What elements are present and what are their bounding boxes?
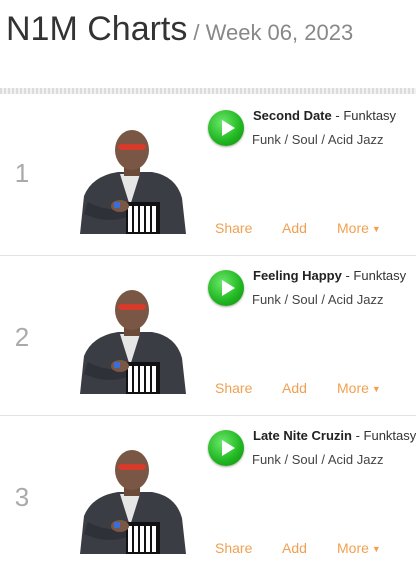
play-icon xyxy=(222,120,235,136)
more-button[interactable]: More ▼ xyxy=(337,220,381,236)
chart-row: 3 Late Nite Cruzin - Funktasy Funk / Sou… xyxy=(0,416,416,576)
artist-thumbnail[interactable] xyxy=(70,442,200,554)
more-button[interactable]: More ▼ xyxy=(337,380,381,396)
page-title: N1M Charts xyxy=(6,10,188,48)
header-divider xyxy=(0,88,416,94)
caret-down-icon: ▼ xyxy=(371,384,381,395)
play-button[interactable] xyxy=(208,110,244,146)
track-artist[interactable]: Funktasy xyxy=(364,428,416,443)
caret-down-icon: ▼ xyxy=(371,544,381,555)
add-button[interactable]: Add xyxy=(282,220,307,236)
track-genre: Funk / Soul / Acid Jazz xyxy=(252,292,384,307)
play-icon xyxy=(222,280,235,296)
caret-down-icon: ▼ xyxy=(371,224,381,235)
page-header: N1M Charts / Week 06, 2023 xyxy=(6,10,353,49)
artist-thumbnail[interactable] xyxy=(70,282,200,394)
track-artist[interactable]: Funktasy xyxy=(353,268,406,283)
more-button[interactable]: More ▼ xyxy=(337,540,381,556)
chart-row: 2 Feeling Happy - Funktasy Funk / Soul /… xyxy=(0,256,416,416)
track-title[interactable]: Feeling Happy xyxy=(253,268,342,283)
add-button[interactable]: Add xyxy=(282,380,307,396)
share-button[interactable]: Share xyxy=(215,220,252,236)
more-label: More xyxy=(337,540,369,556)
title-separator: - xyxy=(341,268,354,283)
track-genre: Funk / Soul / Acid Jazz xyxy=(252,452,384,467)
track-artist[interactable]: Funktasy xyxy=(343,108,396,123)
page-subtitle: / Week 06, 2023 xyxy=(193,20,354,45)
artist-thumbnail[interactable] xyxy=(70,122,200,234)
play-button[interactable] xyxy=(208,270,244,306)
title-separator: - xyxy=(351,428,364,443)
rank-number: 3 xyxy=(14,482,30,512)
share-button[interactable]: Share xyxy=(215,380,252,396)
rank-number: 2 xyxy=(14,322,30,352)
add-button[interactable]: Add xyxy=(282,540,307,556)
track-title[interactable]: Second Date xyxy=(253,108,332,123)
more-label: More xyxy=(337,220,369,236)
track-genre: Funk / Soul / Acid Jazz xyxy=(252,132,384,147)
track-title-line[interactable]: Feeling Happy - Funktasy xyxy=(253,268,416,283)
chart-row: 1 Second Date - Funktasy Funk / Soul / A… xyxy=(0,96,416,256)
play-icon xyxy=(222,440,235,456)
title-separator: - xyxy=(331,108,344,123)
share-button[interactable]: Share xyxy=(215,540,252,556)
play-button[interactable] xyxy=(208,430,244,466)
rank-number: 1 xyxy=(14,158,30,188)
more-label: More xyxy=(337,380,369,396)
track-title-line[interactable]: Second Date - Funktasy xyxy=(253,108,416,123)
track-title-line[interactable]: Late Nite Cruzin - Funktasy xyxy=(253,428,416,443)
track-title[interactable]: Late Nite Cruzin xyxy=(253,428,352,443)
